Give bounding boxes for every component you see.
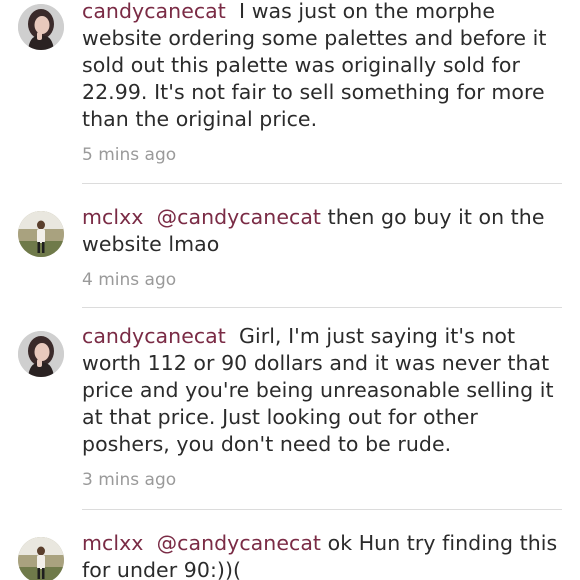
avatar[interactable]: [18, 537, 64, 580]
candycanecat-avatar-image: [18, 331, 64, 377]
comment-timestamp: 3 mins ago: [82, 470, 177, 490]
comment-username[interactable]: candycanecat: [82, 0, 226, 23]
comment-timestamp: 4 mins ago: [82, 270, 177, 290]
avatar[interactable]: [18, 211, 64, 257]
mclxx-avatar-image: [18, 537, 64, 580]
mclxx-avatar-image: [18, 211, 64, 257]
comment-mention[interactable]: @candycanecat: [157, 531, 321, 555]
avatar[interactable]: [18, 4, 64, 50]
candycanecat-avatar-image: [18, 4, 64, 50]
comment-text: candycanecat I was just on the morphe we…: [82, 0, 562, 133]
comment-timestamp: 5 mins ago: [82, 145, 177, 165]
comment-mention[interactable]: @candycanecat: [157, 205, 321, 229]
comment-text: candycanecat Girl, I'm just saying it's …: [82, 323, 562, 458]
comment-text: mclxx @candycanecat then go buy it on th…: [82, 204, 562, 258]
avatar[interactable]: [18, 331, 64, 377]
comment-username[interactable]: candycanecat: [82, 324, 226, 348]
comment-username[interactable]: mclxx: [82, 205, 143, 229]
divider: [82, 183, 562, 184]
divider: [82, 307, 562, 308]
comment-username[interactable]: mclxx: [82, 531, 143, 555]
divider: [82, 509, 562, 510]
comment-text: mclxx @candycanecat ok Hun try finding t…: [82, 530, 562, 580]
